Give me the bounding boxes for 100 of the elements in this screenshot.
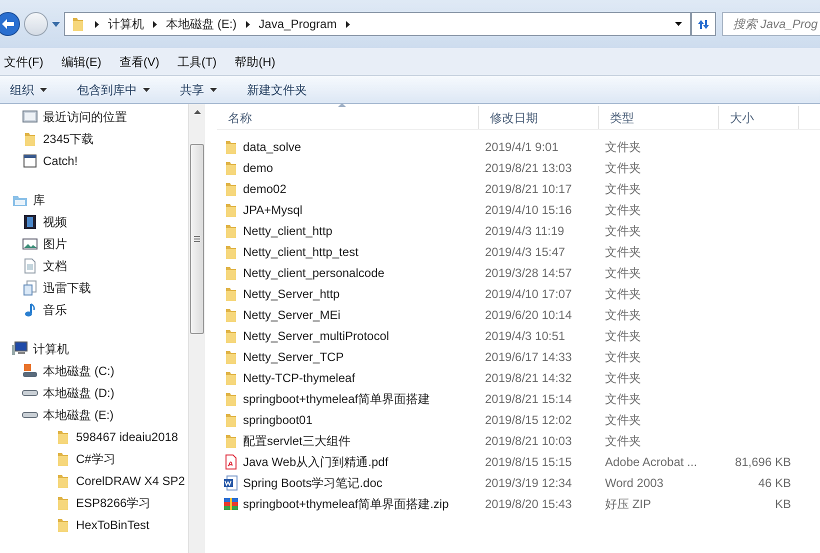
sidebar-item[interactable]: 最近访问的位置: [22, 106, 188, 128]
file-row[interactable]: Netty_Server_http 2019/4/10 17:07 文件夹: [217, 283, 820, 304]
toolbar-button[interactable]: 包含到库中: [77, 80, 150, 98]
file-row[interactable]: springboot+thymeleaf简单界面搭建.zip 2019/8/20 15:43 好压 ZIP KB: [217, 493, 820, 514]
sidebar-group-header[interactable]: 计算机: [12, 338, 188, 360]
file-row[interactable]: 配置servlet三大组件 2019/8/21 10:03 文件夹: [217, 430, 820, 451]
file-name: Netty_client_http: [243, 222, 332, 240]
sidebar-item[interactable]: 迅雷下载: [22, 277, 188, 299]
file-type: Adobe Acrobat ...: [604, 454, 698, 470]
column-header[interactable]: 修改日期: [479, 106, 599, 129]
file-name: demo02: [243, 180, 286, 198]
chevron-right-icon[interactable]: [95, 20, 99, 28]
modified-date: 2019/4/10 15:16: [484, 202, 573, 218]
file-row[interactable]: Netty_client_personalcode 2019/3/28 14:57 文件夹: [217, 262, 820, 283]
file-row[interactable]: demo02 2019/8/21 10:17 文件夹: [217, 178, 820, 199]
sidebar-item[interactable]: 本地磁盘 (D:): [22, 382, 188, 404]
address-bar[interactable]: 计算机 本地磁盘 (E:) Java_Program: [64, 12, 691, 36]
sidebar-item[interactable]: HexToBinTest: [22, 514, 188, 536]
modified-date: 2019/8/21 10:03: [484, 432, 573, 450]
menu-item[interactable]: 帮助(H): [232, 52, 278, 70]
column-header[interactable]: 类型: [599, 106, 719, 129]
scroll-up-icon[interactable]: [194, 110, 200, 114]
file-row[interactable]: Netty_Server_multiProtocol 2019/4/3 10:51 文件夹: [217, 325, 820, 346]
modified-date: 2019/3/28 14:57: [484, 264, 573, 282]
chevron-right-icon[interactable]: [153, 20, 157, 28]
chevron-right-icon[interactable]: [346, 20, 350, 28]
sidebar-group-header[interactable]: 库: [12, 189, 188, 211]
sidebar-item[interactable]: 本地磁盘 (E:): [22, 404, 188, 426]
file-row[interactable]: Netty_client_http_test 2019/4/3 15:47 文件夹: [217, 241, 820, 262]
file-row[interactable]: JPA+Mysql 2019/4/10 15:16 文件夹: [217, 199, 820, 220]
breadcrumb-item[interactable]: 计算机: [108, 15, 144, 33]
chevron-right-icon[interactable]: [246, 20, 250, 28]
computer-icon: [12, 341, 28, 357]
file-size: 81,696 KB: [734, 454, 791, 470]
folder-icon: [223, 328, 239, 344]
history-dropdown-icon[interactable]: [52, 22, 60, 26]
folder-icon: [223, 348, 239, 364]
menu-item[interactable]: 编辑(E): [59, 52, 104, 70]
document-icon: [22, 258, 38, 274]
file-name: Java Web从入门到精通.pdf: [243, 454, 388, 470]
sidebar-item[interactable]: 文档: [22, 255, 188, 277]
modified-date: 2019/8/15 15:15: [484, 454, 573, 470]
file-type: 文件夹: [604, 412, 642, 428]
breadcrumb-item[interactable]: Java_Program: [258, 15, 337, 33]
file-type: 文件夹: [604, 432, 642, 450]
toolbar-button[interactable]: 共享: [180, 80, 217, 98]
film-icon: [22, 214, 38, 230]
breadcrumb-item[interactable]: 本地磁盘 (E:): [166, 15, 237, 33]
file-row[interactable]: springboot01 2019/8/15 12:02 文件夹: [217, 409, 820, 430]
file-row[interactable]: springboot+thymeleaf简单界面搭建 2019/8/21 15:14 文件夹: [217, 388, 820, 409]
sidebar-item[interactable]: Catch!: [22, 150, 188, 172]
file-row[interactable]: Java Web从入门到精通.pdf 2019/8/15 15:15 Adobe Acrobat ... 81,696 KB: [217, 451, 820, 472]
sidebar-item[interactable]: 本地磁盘 (C:): [22, 360, 188, 382]
scrollbar[interactable]: [188, 104, 205, 553]
back-button[interactable]: [0, 12, 20, 36]
sidebar-item[interactable]: 视频: [22, 211, 188, 233]
menu-item[interactable]: 工具(T): [175, 52, 219, 70]
toolbar-button[interactable]: 组织: [10, 80, 47, 98]
menu-item[interactable]: 查看(V): [117, 52, 162, 70]
folder-icon: [223, 390, 239, 406]
modified-date: 2019/4/10 17:07: [484, 286, 573, 302]
sidebar-item[interactable]: 图片: [22, 233, 188, 255]
file-name: Netty_client_personalcode: [243, 264, 384, 282]
menu-item[interactable]: 文件(F): [2, 52, 46, 70]
column-header[interactable]: 大小: [719, 106, 799, 129]
file-name: springboot01: [243, 412, 312, 428]
drive-icon: [22, 390, 38, 396]
music-note-icon: [22, 302, 38, 318]
refresh-button[interactable]: [691, 12, 716, 36]
folder-icon: [22, 131, 38, 147]
modified-date: 2019/8/20 15:43: [484, 496, 573, 512]
file-row[interactable]: Netty_Server_TCP 2019/6/17 14:33 文件夹: [217, 346, 820, 367]
refresh-icon: [697, 18, 710, 30]
file-row[interactable]: demo 2019/8/21 13:03 文件夹: [217, 157, 820, 178]
sidebar-item[interactable]: 598467 ideaiu2018: [22, 426, 188, 448]
sidebar-item[interactable]: C#学习: [22, 448, 188, 470]
modified-date: 2019/4/3 10:51: [484, 328, 566, 344]
file-row[interactable]: data_solve 2019/4/1 9:01 文件夹: [217, 136, 820, 157]
file-row[interactable]: Netty-TCP-thymeleaf 2019/8/21 14:32 文件夹: [217, 367, 820, 388]
scrollbar-thumb[interactable]: [190, 144, 204, 334]
file-name: data_solve: [243, 138, 302, 156]
column-header[interactable]: 名称: [217, 106, 479, 129]
toolbar-button[interactable]: 新建文件夹: [247, 80, 307, 98]
folder-icon: [55, 473, 71, 489]
sidebar-item[interactable]: 2345下载: [22, 128, 188, 150]
sidebar-item[interactable]: CorelDRAW X4 SP2: [22, 470, 188, 492]
dropdown-caret-icon: [210, 88, 217, 92]
sidebar-item[interactable]: ESP8266学习: [22, 492, 188, 514]
file-type: Word 2003: [604, 474, 664, 492]
file-type: 文件夹: [604, 264, 642, 282]
file-row[interactable]: Spring Boots学习笔记.doc 2019/3/19 12:34 Word 2003 46 KB: [217, 472, 820, 493]
dropdown-caret-icon[interactable]: [675, 22, 682, 26]
file-size: 46 KB: [758, 474, 791, 492]
folder-icon: [223, 432, 239, 448]
file-type: 文件夹: [604, 160, 642, 176]
file-row[interactable]: Netty_Server_MEi 2019/6/20 10:14 文件夹: [217, 304, 820, 325]
dropdown-caret-icon: [40, 88, 47, 92]
file-row[interactable]: Netty_client_http 2019/4/3 11:19 文件夹: [217, 220, 820, 241]
sidebar-item[interactable]: 音乐: [22, 299, 188, 321]
search-field[interactable]: 搜索 Java_Prog: [722, 12, 820, 36]
